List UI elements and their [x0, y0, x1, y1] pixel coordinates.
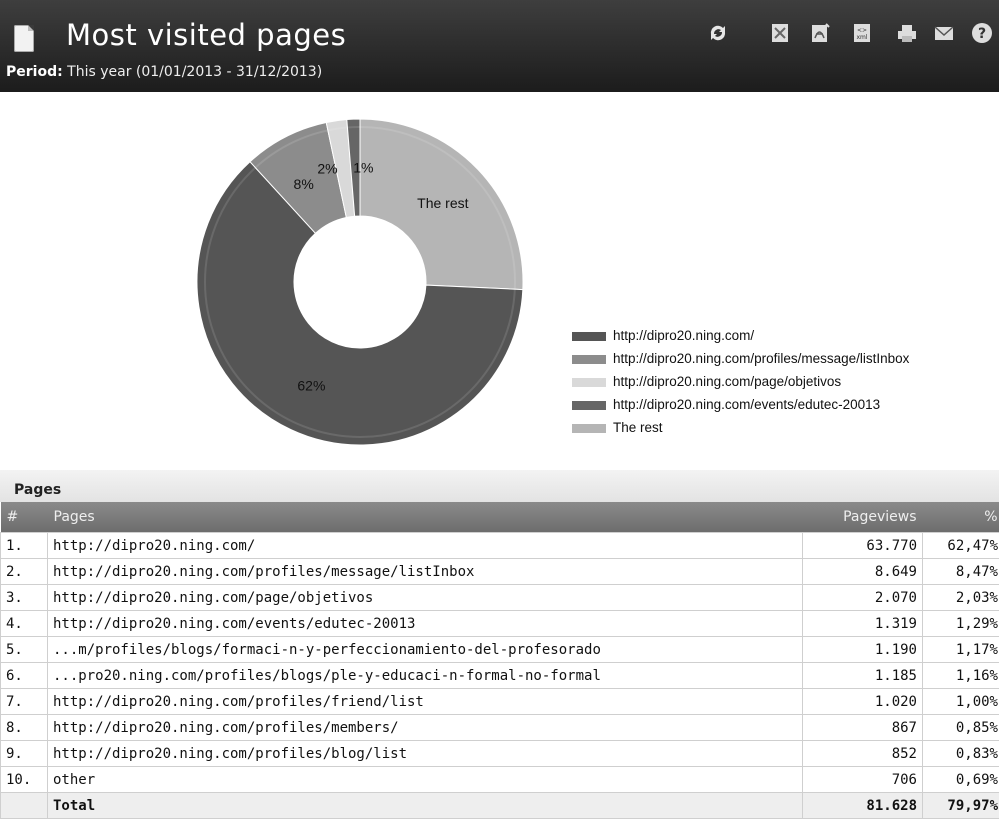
total-percent: 79,97% — [922, 792, 999, 819]
help-icon[interactable]: ? — [970, 20, 994, 46]
page-url-cell[interactable]: other — [47, 766, 803, 793]
pageviews-cell: 706 — [802, 766, 923, 793]
row-index: 9. — [0, 740, 48, 767]
period-value: This year (01/01/2013 - 31/12/2013) — [67, 64, 323, 80]
row-index: 6. — [0, 662, 48, 689]
table-row[interactable]: 1. http://dipro20.ning.com/63.770 62,47% — [0, 532, 999, 559]
row-index: 5. — [0, 636, 48, 663]
slice-label: 62% — [297, 378, 325, 394]
total-row: Total 81.628 79,97% — [0, 792, 999, 819]
table-header-row: # Pages Pageviews % — [0, 502, 999, 533]
table-row[interactable]: 8. http://dipro20.ning.com/profiles/membe… — [0, 714, 999, 741]
page-url-cell[interactable]: ...m/profiles/blogs/formaci-n-y-perfecci… — [47, 636, 803, 663]
pdf-export-icon[interactable] — [808, 20, 832, 46]
column-header-pageviews[interactable]: Pageviews — [802, 502, 923, 533]
pageviews-cell: 1.319 — [802, 610, 923, 637]
chart-area: 62% 8% 2% 1% The rest http://dipro20.ning.co… — [0, 92, 999, 470]
legend-swatch — [572, 400, 606, 410]
slice-label: 1% — [353, 160, 373, 176]
period-label: Period: — [6, 64, 63, 80]
legend-item[interactable]: http://dipro20.ning.com/profiles/message… — [572, 347, 909, 370]
percent-cell: 62,47% — [922, 532, 999, 559]
slice-label: 8% — [294, 176, 314, 192]
row-index: 3. — [0, 584, 48, 611]
row-index: 1. — [0, 532, 48, 559]
row-index: 2. — [0, 558, 48, 585]
page-url-cell[interactable]: http://dipro20.ning.com/profiles/blog/li… — [47, 740, 803, 767]
table-row[interactable]: 10. other 706 0,69% — [0, 766, 999, 793]
pageviews-cell: 8.649 — [802, 558, 923, 585]
slice-label: 2% — [317, 161, 337, 177]
total-empty-cell — [0, 792, 48, 819]
percent-cell: 0,85% — [922, 714, 999, 741]
table-row[interactable]: 4. http://dipro20.ning.com/events/edutec-… — [0, 610, 999, 637]
page-url-cell[interactable]: http://dipro20.ning.com/page/objetivos — [47, 584, 803, 611]
percent-cell: 8,47% — [922, 558, 999, 585]
row-index: 7. — [0, 688, 48, 715]
percent-cell: 0,69% — [922, 766, 999, 793]
refresh-icon[interactable] — [706, 20, 730, 46]
svg-text:?: ? — [978, 26, 986, 42]
column-header-percent[interactable]: % — [922, 502, 999, 533]
pageviews-cell: 1.190 — [802, 636, 923, 663]
legend-label: http://dipro20.ning.com/ — [613, 328, 755, 343]
row-index: 4. — [0, 610, 48, 637]
svg-text:<>: <> — [857, 27, 867, 34]
pageviews-cell: 852 — [802, 740, 923, 767]
percent-cell: 1,17% — [922, 636, 999, 663]
pageviews-cell: 63.770 — [802, 532, 923, 559]
pageviews-cell: 1.185 — [802, 662, 923, 689]
section-title: Pages — [0, 470, 999, 502]
row-index: 10. — [0, 766, 48, 793]
page-url-cell[interactable]: http://dipro20.ning.com/profiles/friend/… — [47, 688, 803, 715]
legend-label: The rest — [613, 420, 663, 435]
legend-item[interactable]: The rest — [572, 416, 909, 439]
table-row[interactable]: 3. http://dipro20.ning.com/page/objetivos… — [0, 584, 999, 611]
page-url-cell[interactable]: http://dipro20.ning.com/ — [47, 532, 803, 559]
row-index: 8. — [0, 714, 48, 741]
percent-cell: 1,16% — [922, 662, 999, 689]
page-url-cell[interactable]: ...pro20.ning.com/profiles/blogs/ple-y-e… — [47, 662, 803, 689]
legend-label: http://dipro20.ning.com/profiles/message… — [613, 351, 910, 366]
percent-cell: 2,03% — [922, 584, 999, 611]
table-row[interactable]: 9. http://dipro20.ning.com/profiles/blog/… — [0, 740, 999, 767]
total-pageviews: 81.628 — [802, 792, 923, 819]
pageviews-cell: 2.070 — [802, 584, 923, 611]
column-header-index[interactable]: # — [0, 502, 48, 533]
report-header: Most visited pages Period: This year (01… — [0, 0, 999, 92]
legend-swatch — [572, 354, 606, 364]
table-row[interactable]: 5. ...m/profiles/blogs/formaci-n-y-perfec… — [0, 636, 999, 663]
table-row[interactable]: 2. http://dipro20.ning.com/profiles/messa… — [0, 558, 999, 585]
chart-legend: http://dipro20.ning.com/http://dipro20.n… — [572, 324, 909, 439]
legend-swatch — [572, 377, 606, 387]
legend-label: http://dipro20.ning.com/events/edutec-20… — [613, 397, 881, 412]
pageviews-cell: 1.020 — [802, 688, 923, 715]
pageviews-cell: 867 — [802, 714, 923, 741]
percent-cell: 1,29% — [922, 610, 999, 637]
legend-item[interactable]: http://dipro20.ning.com/events/edutec-20… — [572, 393, 909, 416]
legend-item[interactable]: http://dipro20.ning.com/ — [572, 324, 909, 347]
page-url-cell[interactable]: http://dipro20.ning.com/profiles/message… — [47, 558, 803, 585]
excel-export-icon[interactable] — [768, 20, 792, 46]
table-row[interactable]: 6. ...pro20.ning.com/profiles/blogs/ple-y… — [0, 662, 999, 689]
table-row[interactable]: 7. http://dipro20.ning.com/profiles/frien… — [0, 688, 999, 715]
email-icon[interactable] — [932, 20, 956, 46]
legend-swatch — [572, 331, 606, 341]
page-url-cell[interactable]: http://dipro20.ning.com/profiles/members… — [47, 714, 803, 741]
period-line: Period: This year (01/01/2013 - 31/12/20… — [6, 64, 322, 80]
print-icon[interactable] — [895, 20, 919, 46]
xml-export-icon[interactable]: <> xml — [850, 20, 874, 46]
slice-label: The rest — [417, 195, 468, 211]
column-header-pages[interactable]: Pages — [47, 502, 803, 533]
svg-text:xml: xml — [856, 34, 867, 41]
legend-item[interactable]: http://dipro20.ning.com/page/objetivos — [572, 370, 909, 393]
total-label: Total — [47, 792, 803, 819]
legend-swatch — [572, 423, 606, 433]
percent-cell: 1,00% — [922, 688, 999, 715]
legend-label: http://dipro20.ning.com/page/objetivos — [613, 374, 842, 389]
toolbar: <> xml ? — [0, 20, 999, 50]
percent-cell: 0,83% — [922, 740, 999, 767]
pages-table: # Pages Pageviews % 1. http://dipro20.nin… — [0, 502, 999, 819]
page-url-cell[interactable]: http://dipro20.ning.com/events/edutec-20… — [47, 610, 803, 637]
